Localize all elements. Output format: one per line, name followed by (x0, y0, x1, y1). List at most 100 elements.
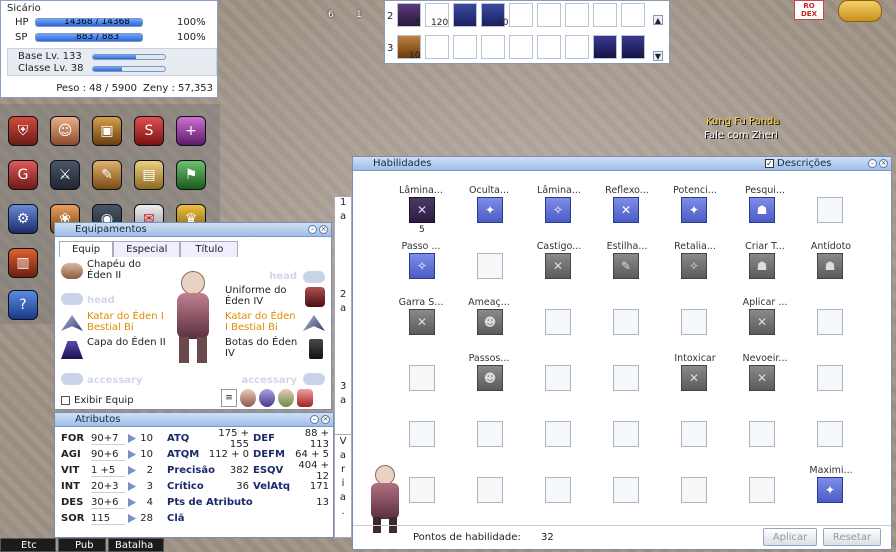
skill-icon[interactable]: ☗ (749, 253, 775, 279)
equip-slot-accessory-left[interactable]: accessary (59, 373, 169, 389)
skill-icon[interactable]: ✧ (681, 253, 707, 279)
attributes-title: Atributos (75, 414, 121, 425)
hotbar-slot[interactable] (509, 35, 533, 59)
party-icon[interactable]: ☺ (50, 116, 80, 146)
hotbar-slot[interactable] (565, 3, 589, 27)
side-letter: r (340, 464, 346, 475)
feather-icon[interactable] (297, 389, 313, 407)
npc-name[interactable]: Kung Fu Panda (706, 116, 780, 127)
stat-increase-button[interactable] (128, 450, 136, 459)
skill-icon[interactable]: ✦ (477, 197, 503, 223)
chat-tab-battle[interactable]: Batalha (108, 538, 164, 552)
skill-icon[interactable]: ✕ (681, 365, 707, 391)
apply-button[interactable]: Aplicar (763, 528, 817, 546)
inventory-icon[interactable]: ▣ (92, 116, 122, 146)
stat-increase-button[interactable] (128, 466, 136, 475)
hotbar-slot[interactable] (537, 35, 561, 59)
derived-label: DEF (253, 433, 275, 444)
skill-icon[interactable]: ✕ (409, 197, 435, 223)
minimize-icon[interactable]: – (308, 225, 317, 234)
minimize-icon[interactable]: – (310, 415, 319, 424)
hotbar-scroll-up[interactable]: ▲ (653, 15, 663, 25)
skill-icon[interactable]: ✎ (613, 253, 639, 279)
skills-titlebar[interactable]: Habilidades ✓ Descrições – × (353, 157, 891, 171)
show-equip-checkbox[interactable] (61, 395, 70, 405)
hotbar-slot[interactable] (453, 35, 477, 59)
skill-icon[interactable]: ✦ (681, 197, 707, 223)
skill-icon[interactable]: ✕ (409, 309, 435, 335)
notes-icon[interactable]: ≡ (221, 389, 237, 407)
close-icon[interactable]: × (879, 159, 888, 168)
chat-tab-etc[interactable]: Etc (0, 538, 56, 552)
stat-increase-button[interactable] (128, 434, 136, 443)
skill-icon[interactable]: ✕ (749, 309, 775, 335)
hotbar-slot[interactable] (593, 3, 617, 27)
equip-slot-shield[interactable]: Katar do Éden I Bestial Bi (223, 311, 329, 337)
chat-tab-pub[interactable]: Pub (58, 538, 106, 552)
page-mark: 1 (340, 197, 347, 208)
equip-slot-head-low[interactable]: head (223, 271, 329, 285)
avatar-alt-icon[interactable] (278, 389, 294, 407)
skill-icon[interactable]: ✕ (545, 253, 571, 279)
stat-increase-button[interactable] (128, 482, 136, 491)
skill-slot-empty (477, 253, 503, 279)
stat-increase-button[interactable] (128, 514, 136, 523)
equip-titlebar[interactable]: Equipamentos – × (55, 223, 331, 237)
golf-icon[interactable]: ⚑ (176, 160, 206, 190)
equip-slot-armor[interactable]: Uniforme do Éden IV (223, 285, 329, 311)
hotbar-scroll-down[interactable]: ▼ (653, 51, 663, 61)
skill-slot-empty (613, 421, 639, 447)
hotbar-slot[interactable] (621, 3, 645, 27)
equip-slot-weapon[interactable]: Katar do Éden I Bestial Bi (59, 311, 169, 337)
skill-icon[interactable]: ☗ (817, 253, 843, 279)
equip-slot-garment[interactable]: Capa do Éden II (59, 337, 169, 363)
sword-icon[interactable]: ⚔ (50, 160, 80, 190)
reset-label: Resetar (832, 531, 872, 543)
avatar-icon[interactable] (240, 389, 256, 407)
skill-icon[interactable]: ✕ (613, 197, 639, 223)
book-icon[interactable]: ▥ (8, 248, 38, 278)
attributes-titlebar[interactable]: Atributos – × (55, 413, 333, 427)
map-icon[interactable]: ▤ (134, 160, 164, 190)
sp-bar: 883 / 883 (35, 33, 143, 42)
descriptions-checkbox[interactable]: ✓ (765, 159, 774, 168)
equip-slot-shoes[interactable]: Botas do Éden IV (223, 337, 329, 363)
hotbar-panel: 2 3 5 120 10 10 1 5 ▲ ▼ (384, 0, 670, 64)
gear-icon[interactable]: ⚙ (8, 204, 38, 234)
hotbar-slot[interactable] (453, 3, 477, 27)
minimize-icon[interactable]: – (868, 159, 877, 168)
skill-label: Aplicar ... (742, 297, 788, 308)
quest-icon[interactable]: S (134, 116, 164, 146)
hotbar-slot[interactable] (565, 35, 589, 59)
equip-slot-head-top[interactable]: Chapéu do Éden II (59, 259, 169, 287)
tab-equip[interactable]: Equip (59, 240, 114, 257)
tab-title[interactable]: Título (180, 240, 239, 257)
rodex-button[interactable]: RO DEX (794, 0, 824, 20)
slot-placeholder-icon (61, 293, 83, 305)
swap-icon[interactable] (259, 389, 275, 407)
scroll-icon[interactable]: ✎ (92, 160, 122, 190)
skill-icon[interactable]: ✧ (409, 253, 435, 279)
friend-add-icon[interactable]: + (176, 116, 206, 146)
skill-icon[interactable]: ✦ (817, 477, 843, 503)
guild-icon[interactable]: G (8, 160, 38, 190)
equip-slot-head-mid[interactable]: head (59, 293, 169, 309)
hotbar-slot[interactable] (537, 3, 561, 27)
hotbar-slot[interactable] (425, 35, 449, 59)
tab-special[interactable]: Especial (113, 240, 181, 257)
reset-button[interactable]: Resetar (823, 528, 881, 546)
emote-button[interactable] (838, 0, 882, 22)
skill-icon[interactable]: ☻ (477, 309, 503, 335)
close-icon[interactable]: × (319, 225, 328, 234)
hotbar-slot[interactable] (509, 3, 533, 27)
close-icon[interactable]: × (321, 415, 330, 424)
skill-icon[interactable]: ☗ (749, 197, 775, 223)
stat-increase-button[interactable] (128, 498, 136, 507)
skill-icon[interactable]: ☻ (477, 365, 503, 391)
skill-icon[interactable]: ✧ (545, 197, 571, 223)
shield-icon[interactable]: ⛨ (8, 116, 38, 146)
hp-row: HP 14368 / 14368 100% (15, 17, 215, 28)
skill-icon[interactable]: ✕ (749, 365, 775, 391)
help-icon[interactable]: ? (8, 290, 38, 320)
hotbar-slot[interactable] (481, 35, 505, 59)
